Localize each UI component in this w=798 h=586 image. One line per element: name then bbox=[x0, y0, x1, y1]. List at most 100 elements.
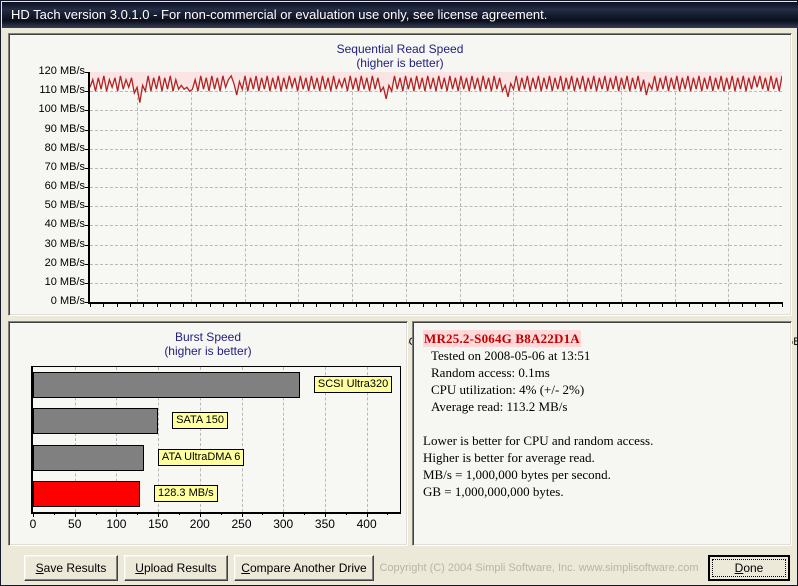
sequential-x-tick bbox=[569, 302, 571, 307]
sequential-x-tick bbox=[688, 302, 690, 307]
window-title-bar: HD Tach version 3.0.1.0 - For non-commer… bbox=[2, 2, 798, 28]
sequential-y-tick-label: 0 MB/s bbox=[50, 295, 85, 307]
burst-x-minor-tick bbox=[137, 512, 139, 515]
sequential-x-tick bbox=[715, 302, 717, 307]
sequential-x-tick bbox=[223, 302, 225, 307]
tested-on: Tested on 2008-05-06 at 13:51 bbox=[431, 348, 591, 363]
sequential-y-tick-label: 40 MB/s bbox=[44, 218, 85, 231]
burst-x-minor-tick bbox=[178, 512, 180, 515]
sequential-y-tick-label: 110 MB/s bbox=[39, 84, 85, 97]
info-note-4: GB = 1,000,000,000 bytes. bbox=[423, 484, 564, 499]
sequential-x-tick bbox=[316, 302, 318, 307]
burst-x-tick-label: 350 bbox=[314, 517, 335, 531]
burst-x-minor-tick bbox=[95, 512, 97, 515]
done-button[interactable]: Done bbox=[708, 555, 790, 581]
compare-another-drive-button[interactable]: Compare Another Drive bbox=[234, 555, 374, 581]
sequential-x-tick bbox=[396, 302, 398, 307]
sequential-x-tick bbox=[422, 302, 424, 307]
sequential-chart-subtitle-text: (higher is better) bbox=[356, 56, 444, 70]
info-note-3: MB/s = 1,000,000 bytes per second. bbox=[423, 467, 611, 482]
sequential-x-tick bbox=[542, 302, 544, 307]
sequential-x-tick bbox=[662, 302, 664, 307]
done-label: Done bbox=[734, 561, 764, 575]
burst-x-tick-label: 200 bbox=[189, 517, 210, 531]
burst-chart-title-text: Burst Speed bbox=[174, 330, 242, 344]
sequential-y-tick-label: 70 MB/s bbox=[44, 160, 85, 173]
burst-plot-area: SCSI Ultra320 SATA 150 ATA UltraDMA 6 128.3… bbox=[31, 366, 401, 517]
burst-x-minor-tick bbox=[220, 512, 222, 515]
save-results-button[interactable]: Save Results bbox=[24, 555, 118, 581]
sequential-x-tick bbox=[409, 302, 411, 307]
upload-results-label: Upload Results bbox=[135, 561, 217, 575]
drive-name: MR25.2-S064G B8A22D1A bbox=[423, 330, 581, 347]
sequential-x-tick bbox=[768, 302, 770, 307]
sequential-x-tick bbox=[489, 302, 491, 307]
sequential-x-tick bbox=[289, 302, 291, 307]
burst-chart-title: Burst Speed (higher is better) bbox=[9, 330, 407, 358]
sequential-y-tick-label: 60 MB/s bbox=[44, 180, 85, 192]
burst-x-tick-label: 300 bbox=[273, 517, 294, 531]
sequential-x-tick bbox=[675, 302, 677, 307]
sequential-x-tick bbox=[609, 302, 610, 307]
upload-results-button[interactable]: Upload Results bbox=[124, 555, 228, 581]
done-button-focus-ring: Done bbox=[712, 559, 786, 577]
save-results-label: Save Results bbox=[35, 561, 107, 575]
drive-info-panel: MR25.2-S064G B8A22D1A Tested on 2008-05-… bbox=[412, 321, 792, 546]
sequential-x-tick bbox=[276, 302, 278, 307]
sequential-x-tick bbox=[475, 302, 477, 307]
burst-x-minor-tick bbox=[304, 512, 306, 515]
sequential-x-tick bbox=[156, 302, 158, 307]
sequential-x-tick bbox=[462, 302, 464, 307]
sequential-plot-area bbox=[85, 72, 783, 307]
window-title-text: HD Tach version 3.0.1.0 - For non-commer… bbox=[11, 7, 548, 22]
sequential-y-tick-label: 10 MB/s bbox=[44, 275, 85, 288]
average-read: Average read: 113.2 MB/s bbox=[431, 399, 568, 414]
burst-x-tick-label: 50 bbox=[68, 517, 82, 531]
sequential-x-tick bbox=[90, 302, 91, 307]
sequential-x-tick bbox=[449, 302, 451, 307]
sequential-x-tick bbox=[742, 302, 744, 307]
sequential-read-line bbox=[90, 72, 782, 103]
sequential-x-tick bbox=[263, 302, 264, 307]
sequential-x-tick bbox=[635, 302, 637, 307]
sequential-x-tick bbox=[436, 302, 437, 307]
copyright-text: Copyright (C) 2004 Simpli Software, Inc.… bbox=[379, 562, 699, 574]
burst-x-tick-label: 250 bbox=[231, 517, 252, 531]
sequential-x-tick bbox=[782, 302, 783, 307]
cpu-utilization: CPU utilization: 4% (+/- 2%) bbox=[431, 382, 585, 397]
sequential-y-tick-label: 120 MB/s bbox=[38, 65, 85, 77]
sequential-x-tick bbox=[196, 302, 198, 307]
burst-chart-subtitle-text: (higher is better) bbox=[164, 344, 252, 358]
sequential-x-tick bbox=[143, 302, 145, 307]
sequential-x-tick bbox=[116, 302, 118, 307]
burst-x-minor-tick bbox=[53, 512, 55, 515]
drive-name-row: MR25.2-S064G B8A22D1A bbox=[423, 330, 785, 347]
burst-speed-chart-panel: Burst Speed (higher is better) SCSI Ultr… bbox=[8, 321, 408, 546]
sequential-x-tick bbox=[209, 302, 211, 307]
compare-another-drive-label: Compare Another Drive bbox=[241, 561, 367, 575]
burst-bar bbox=[33, 408, 159, 435]
info-note-2: Higher is better for average read. bbox=[423, 450, 595, 465]
sequential-y-tick-label: 50 MB/s bbox=[44, 199, 85, 212]
sequential-x-tick bbox=[515, 302, 517, 307]
sequential-read-chart-panel: Sequential Read Speed (higher is better)… bbox=[8, 33, 798, 348]
burst-x-minor-tick bbox=[262, 512, 264, 515]
hd-tach-window: HD Tach version 3.0.1.0 - For non-commer… bbox=[0, 0, 798, 586]
burst-bar bbox=[33, 480, 140, 507]
burst-bar-label: SATA 150 bbox=[172, 412, 229, 430]
sequential-x-tick bbox=[595, 302, 597, 307]
sequential-y-tick-label: 30 MB/s bbox=[44, 237, 85, 250]
sequential-x-tick bbox=[129, 302, 131, 307]
sequential-x-tick bbox=[529, 302, 531, 307]
info-note-1: Lower is better for CPU and random acces… bbox=[423, 433, 654, 448]
burst-bar bbox=[33, 372, 300, 399]
sequential-x-tick bbox=[236, 302, 238, 307]
sequential-x-tick bbox=[502, 302, 504, 307]
burst-x-tick-label: 150 bbox=[148, 517, 169, 531]
burst-bar-label: ATA UltraDMA 6 bbox=[157, 448, 245, 466]
burst-x-tick-label: 100 bbox=[106, 517, 127, 531]
sequential-x-tick bbox=[342, 302, 344, 307]
sequential-read-fill bbox=[90, 72, 782, 103]
sequential-x-tick bbox=[302, 302, 304, 307]
